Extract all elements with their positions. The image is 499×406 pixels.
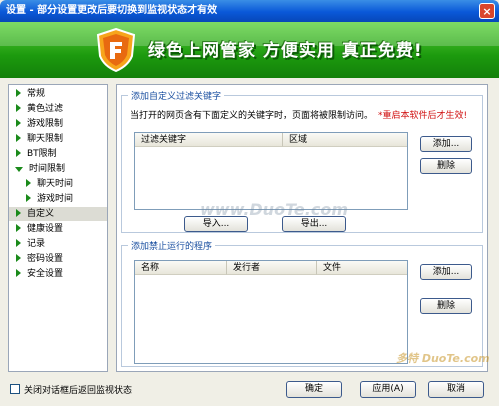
banner: 绿色上网管家 方便实用 真正免费!: [0, 22, 499, 78]
keyword-add-button[interactable]: 添加...: [420, 136, 472, 152]
column-header-keyword[interactable]: 过滤关键字: [135, 133, 283, 147]
window-title: 设置 - 部分设置更改后要切换到监视状态才有效: [6, 5, 218, 16]
nav-item-health[interactable]: 健康设置: [9, 222, 107, 236]
nav-item-general[interactable]: 常规: [9, 87, 107, 101]
center-watermark: www.DuoTe.com: [200, 200, 348, 219]
keyword-group-title: 添加自定义过滤关键字: [128, 89, 225, 102]
close-button[interactable]: ×: [479, 3, 495, 19]
cancel-button[interactable]: 取消: [428, 381, 484, 398]
keyword-table[interactable]: 过滤关键字 区域: [134, 132, 408, 210]
nav-item-game-time[interactable]: 游戏时间: [9, 192, 107, 206]
dialog-footer: 关闭对话框后返回监视状态 确定 应用(A) 取消: [0, 376, 499, 406]
nav-item-bt-limit[interactable]: BT限制: [9, 147, 107, 161]
arrow-right-icon: [26, 194, 31, 202]
program-add-button[interactable]: 添加...: [420, 264, 472, 280]
program-group: 添加禁止运行的程序 名称 发行者 文件 添加... 删除: [121, 239, 483, 367]
program-group-title: 添加禁止运行的程序: [128, 239, 216, 252]
arrow-down-icon: [15, 167, 23, 172]
nav-item-porn-filter[interactable]: 黄色过滤: [9, 102, 107, 116]
arrow-right-icon: [16, 104, 21, 112]
arrow-right-icon: [16, 239, 21, 247]
column-header-name[interactable]: 名称: [135, 261, 227, 275]
corner-watermark: 多特 DuoTe.com: [396, 352, 490, 365]
title-bar: 设置 - 部分设置更改后要切换到监视状态才有效 ×: [0, 0, 499, 22]
arrow-right-icon: [16, 269, 21, 277]
shield-logo-icon: [96, 28, 136, 72]
banner-slogan: 绿色上网管家 方便实用 真正免费!: [148, 41, 423, 61]
nav-item-time-limit[interactable]: 时间限制: [9, 162, 107, 176]
return-monitor-checkbox[interactable]: [10, 384, 20, 394]
keyword-delete-button[interactable]: 删除: [420, 158, 472, 174]
arrow-right-icon: [16, 119, 21, 127]
arrow-right-icon: [26, 179, 31, 187]
column-header-region[interactable]: 区域: [283, 133, 407, 147]
return-monitor-label: 关闭对话框后返回监视状态: [24, 386, 133, 396]
keyword-description: 当打开的网页含有下面定义的关键字时，页面将被限制访问。: [130, 111, 374, 121]
nav-item-custom[interactable]: 自定义: [9, 207, 107, 221]
restart-warning: *重启本软件后才生效!: [378, 111, 468, 121]
arrow-right-icon: [16, 149, 21, 157]
column-header-publisher[interactable]: 发行者: [227, 261, 317, 275]
arrow-right-icon: [16, 209, 21, 217]
arrow-right-icon: [16, 254, 21, 262]
program-delete-button[interactable]: 删除: [420, 298, 472, 314]
ok-button[interactable]: 确定: [286, 381, 342, 398]
nav-item-chat-time[interactable]: 聊天时间: [9, 177, 107, 191]
arrow-right-icon: [16, 224, 21, 232]
nav-item-log[interactable]: 记录: [9, 237, 107, 251]
program-table[interactable]: 名称 发行者 文件: [134, 260, 408, 364]
nav-item-chat-limit[interactable]: 聊天限制: [9, 132, 107, 146]
column-header-file[interactable]: 文件: [317, 261, 407, 275]
apply-button[interactable]: 应用(A): [360, 381, 416, 398]
arrow-right-icon: [16, 134, 21, 142]
nav-item-game-limit[interactable]: 游戏限制: [9, 117, 107, 131]
nav-item-security[interactable]: 安全设置: [9, 267, 107, 281]
settings-nav-tree: 常规 黄色过滤 游戏限制 聊天限制 BT限制 时间限制 聊天时间 游戏时间 自定…: [8, 84, 108, 372]
settings-panel: 添加自定义过滤关键字 当打开的网页含有下面定义的关键字时，页面将被限制访问。 *…: [116, 84, 488, 372]
arrow-right-icon: [16, 89, 21, 97]
nav-item-password[interactable]: 密码设置: [9, 252, 107, 266]
close-icon: ×: [482, 5, 492, 18]
